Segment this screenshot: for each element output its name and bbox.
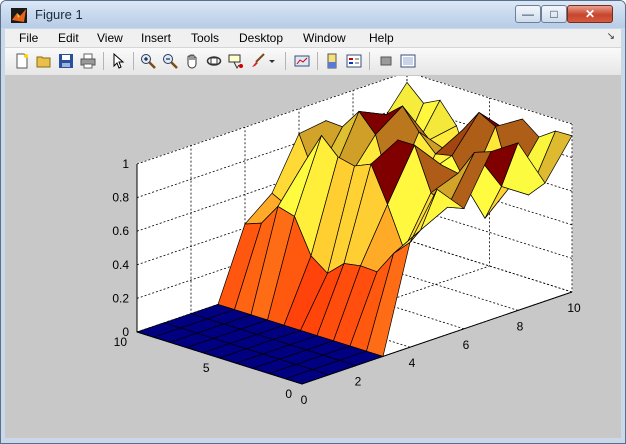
toolbar-separator [103,52,104,70]
x-tick-label: 4 [409,356,416,370]
legend-icon[interactable] [345,52,363,70]
rotate-3d-icon[interactable] [205,52,223,70]
zoom-out-icon[interactable] [161,52,179,70]
x-tick-label: 2 [355,375,362,389]
x-tick-label: 8 [517,319,524,333]
brush-icon[interactable] [249,52,267,70]
menu-bar: File Edit View Insert Tools Desktop Wind… [5,29,621,48]
y-tick-label: 5 [203,361,210,375]
z-tick-label: 0.4 [112,258,129,272]
pan-hand-icon[interactable] [183,52,201,70]
title-bar[interactable]: Figure 1 — □ ✕ [1,1,625,28]
menu-help[interactable]: Help [369,31,394,45]
print-icon[interactable] [79,52,97,70]
brush-dropdown-icon[interactable] [267,52,277,70]
window-title: Figure 1 [35,7,83,22]
menu-view[interactable]: View [97,31,123,45]
y-tick-label: 0 [285,387,292,401]
z-tick-label: 0.6 [112,224,129,238]
z-tick-label: 0.2 [112,291,129,305]
menu-desktop[interactable]: Desktop [239,31,283,45]
zoom-in-icon[interactable] [139,52,157,70]
open-file-icon[interactable] [35,52,53,70]
menubar-dock-icon[interactable]: ↘ [607,31,615,42]
x-tick-label: 10 [567,301,581,315]
menu-edit[interactable]: Edit [58,31,79,45]
figure-window: Figure 1 — □ ✕ File Edit View Insert Too… [0,0,626,444]
hide-plot-tools-icon[interactable] [377,52,395,70]
x-tick-label: 6 [463,338,470,352]
maximize-button[interactable]: □ [541,5,567,23]
menu-window[interactable]: Window [303,31,346,45]
data-cursor-icon[interactable] [227,52,245,70]
close-button[interactable]: ✕ [567,5,613,23]
z-tick-label: 0.8 [112,191,129,205]
figure-canvas[interactable]: 0 2 4 6 8 10 0 5 10 0 0.2 0.4 0.6 0.8 1 [5,76,621,438]
z-tick-label: 0 [122,325,129,339]
pointer-icon[interactable] [109,52,127,70]
colorbar-icon[interactable] [323,52,341,70]
menu-tools[interactable]: Tools [191,31,219,45]
toolbar-separator [317,52,318,70]
new-figure-icon[interactable] [13,52,31,70]
toolbar-separator [285,52,286,70]
menu-insert[interactable]: Insert [141,31,171,45]
show-plot-tools-icon[interactable] [399,52,417,70]
menu-file[interactable]: File [19,31,38,45]
save-icon[interactable] [57,52,75,70]
z-tick-label: 1 [122,157,129,171]
toolbar-separator [133,52,134,70]
toolbar-separator [369,52,370,70]
surface-plot[interactable]: 0246810051000.20.40.60.81 [5,76,621,438]
matlab-logo-icon [11,8,27,23]
minimize-button[interactable]: — [515,5,541,23]
link-plot-icon[interactable] [293,52,311,70]
figure-toolbar [5,48,621,76]
x-tick-label: 0 [301,393,308,407]
